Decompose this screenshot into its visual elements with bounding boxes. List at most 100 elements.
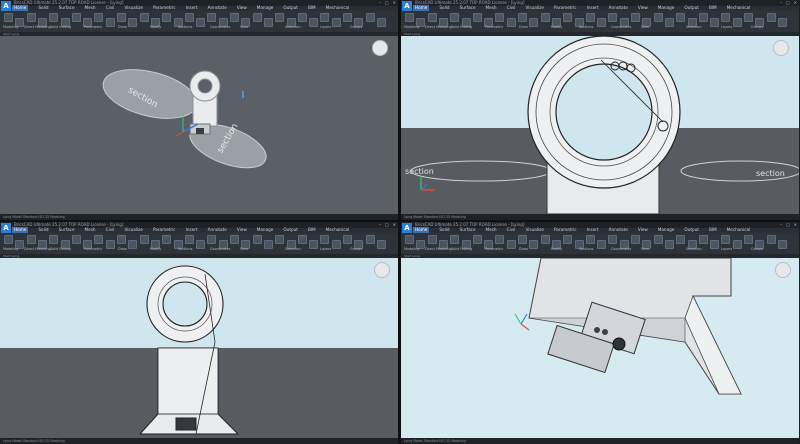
ribbon-tool-button[interactable] — [117, 235, 126, 244]
ribbon-tool-button[interactable] — [230, 235, 239, 244]
ribbon-tool-button[interactable] — [309, 240, 319, 249]
ribbon-tool-button[interactable] — [529, 240, 539, 249]
ribbon-tool-button[interactable] — [49, 235, 59, 244]
ribbon-tool-button[interactable] — [365, 13, 375, 22]
ribbon-tool-button[interactable] — [184, 13, 194, 22]
ribbon-tool-button[interactable] — [343, 13, 352, 22]
ribbon-tool-button[interactable] — [320, 235, 330, 244]
ribbon-tool-button[interactable] — [252, 13, 262, 22]
ribbon-tool-button[interactable] — [252, 235, 262, 244]
model-viewport[interactable] — [0, 258, 398, 438]
ribbon-tool-button[interactable] — [597, 18, 607, 27]
view-bottom-left[interactable]: BricsCAD Ultimate 25.2.07 TOP ROAD Licen… — [0, 222, 398, 444]
ribbon-tool-button[interactable] — [608, 13, 618, 22]
ribbon-tool-button[interactable] — [275, 235, 285, 244]
view-top-right[interactable]: BricsCAD Ultimate 25.2.07 TOP ROAD Licen… — [401, 0, 799, 220]
ribbon-tool-button[interactable] — [320, 13, 330, 22]
ribbon-tool-button[interactable] — [162, 13, 172, 22]
ribbon-tool-button[interactable] — [744, 235, 753, 244]
model-viewport[interactable]: section section — [0, 36, 398, 214]
ribbon-tool-button[interactable] — [506, 18, 516, 27]
ribbon-tool-button[interactable] — [376, 240, 386, 249]
ribbon-tool-button[interactable] — [631, 235, 640, 244]
ribbon-tool-button[interactable] — [563, 235, 573, 244]
ribbon-tool-button[interactable] — [529, 18, 539, 27]
ribbon-tool-button[interactable] — [365, 235, 375, 244]
navigation-cube-icon[interactable] — [775, 262, 791, 278]
ribbon-tool-button[interactable] — [450, 13, 460, 22]
ribbon-tool-button[interactable] — [777, 18, 787, 27]
ribbon-tool-button[interactable] — [331, 240, 341, 249]
ribbon-tool-button[interactable] — [128, 18, 138, 27]
ribbon-tool-button[interactable] — [563, 13, 573, 22]
ribbon-tool-button[interactable] — [427, 13, 437, 22]
ribbon-tool-button[interactable] — [4, 235, 13, 244]
ribbon-tool-button[interactable] — [608, 235, 618, 244]
ribbon-tool-button[interactable] — [230, 13, 239, 22]
ribbon-tool-button[interactable] — [506, 240, 516, 249]
ribbon-tool-button[interactable] — [297, 13, 307, 22]
ribbon-tool-button[interactable] — [698, 13, 708, 22]
ribbon-tool-button[interactable] — [540, 13, 550, 22]
ribbon-tool-button[interactable] — [766, 235, 776, 244]
ribbon-tool-button[interactable] — [49, 13, 59, 22]
ribbon-tool-button[interactable] — [263, 240, 273, 249]
navigation-cube-icon[interactable] — [372, 40, 388, 56]
ribbon-tool-button[interactable] — [331, 18, 341, 27]
ribbon-tool-button[interactable] — [721, 235, 731, 244]
ribbon-tool-button[interactable] — [207, 235, 217, 244]
ribbon-tool-button[interactable] — [297, 235, 307, 244]
ribbon-tool-button[interactable] — [495, 235, 505, 244]
ribbon-tool-button[interactable] — [721, 13, 731, 22]
ribbon-tool-button[interactable] — [128, 240, 138, 249]
app-logo-icon[interactable]: A — [1, 1, 11, 11]
ribbon-tool-button[interactable] — [540, 235, 550, 244]
ribbon-tool-button[interactable] — [26, 235, 36, 244]
ribbon-tool-button[interactable] — [518, 13, 527, 22]
ribbon-tool-button[interactable] — [710, 240, 720, 249]
ribbon-tool-button[interactable] — [664, 240, 674, 249]
app-logo-icon[interactable]: A — [1, 223, 11, 233]
ribbon-tool-button[interactable] — [207, 13, 217, 22]
app-logo-icon[interactable]: A — [402, 223, 412, 233]
ribbon-tool-button[interactable] — [653, 13, 663, 22]
ribbon-tool-button[interactable] — [275, 13, 285, 22]
ribbon-tool-button[interactable] — [631, 13, 640, 22]
ribbon-tool-button[interactable] — [676, 235, 686, 244]
ribbon-tool-button[interactable] — [664, 18, 674, 27]
ribbon-tool-button[interactable] — [196, 240, 206, 249]
ribbon-tool-button[interactable] — [597, 240, 607, 249]
ribbon-tool-button[interactable] — [472, 13, 482, 22]
ribbon-tool-button[interactable] — [94, 235, 104, 244]
ribbon-tool-button[interactable] — [343, 235, 352, 244]
ribbon-tool-button[interactable] — [495, 13, 505, 22]
ribbon-tool-button[interactable] — [405, 13, 414, 22]
navigation-cube-icon[interactable] — [773, 40, 789, 56]
ribbon-tool-button[interactable] — [732, 18, 742, 27]
navigation-cube-icon[interactable] — [374, 262, 390, 278]
ribbon-tool-button[interactable] — [376, 18, 386, 27]
ribbon-tool-button[interactable] — [105, 18, 115, 27]
ribbon-tool-button[interactable] — [4, 13, 13, 22]
model-viewport[interactable] — [401, 258, 799, 438]
ribbon-tool-button[interactable] — [94, 13, 104, 22]
ribbon-tool-button[interactable] — [450, 235, 460, 244]
ribbon-tool-button[interactable] — [676, 13, 686, 22]
ribbon-tool-button[interactable] — [263, 18, 273, 27]
ribbon-tool-button[interactable] — [777, 240, 787, 249]
ribbon-tool-button[interactable] — [71, 13, 81, 22]
ribbon-tool-button[interactable] — [196, 18, 206, 27]
ribbon-tool-button[interactable] — [405, 235, 414, 244]
ribbon-tool-button[interactable] — [518, 235, 527, 244]
ribbon-tool-button[interactable] — [744, 13, 753, 22]
ribbon-tool-button[interactable] — [139, 13, 149, 22]
ribbon-tool-button[interactable] — [71, 235, 81, 244]
view-top-left[interactable]: BricsCAD Ultimate 25.2.07 TOP ROAD Licen… — [0, 0, 398, 220]
app-logo-icon[interactable]: A — [402, 1, 412, 11]
ribbon-tool-button[interactable] — [585, 13, 595, 22]
ribbon-tool-button[interactable] — [184, 235, 194, 244]
ribbon-tool-button[interactable] — [105, 240, 115, 249]
ribbon-tool-button[interactable] — [472, 235, 482, 244]
ribbon-tool-button[interactable] — [732, 240, 742, 249]
ribbon-tool-button[interactable] — [26, 13, 36, 22]
